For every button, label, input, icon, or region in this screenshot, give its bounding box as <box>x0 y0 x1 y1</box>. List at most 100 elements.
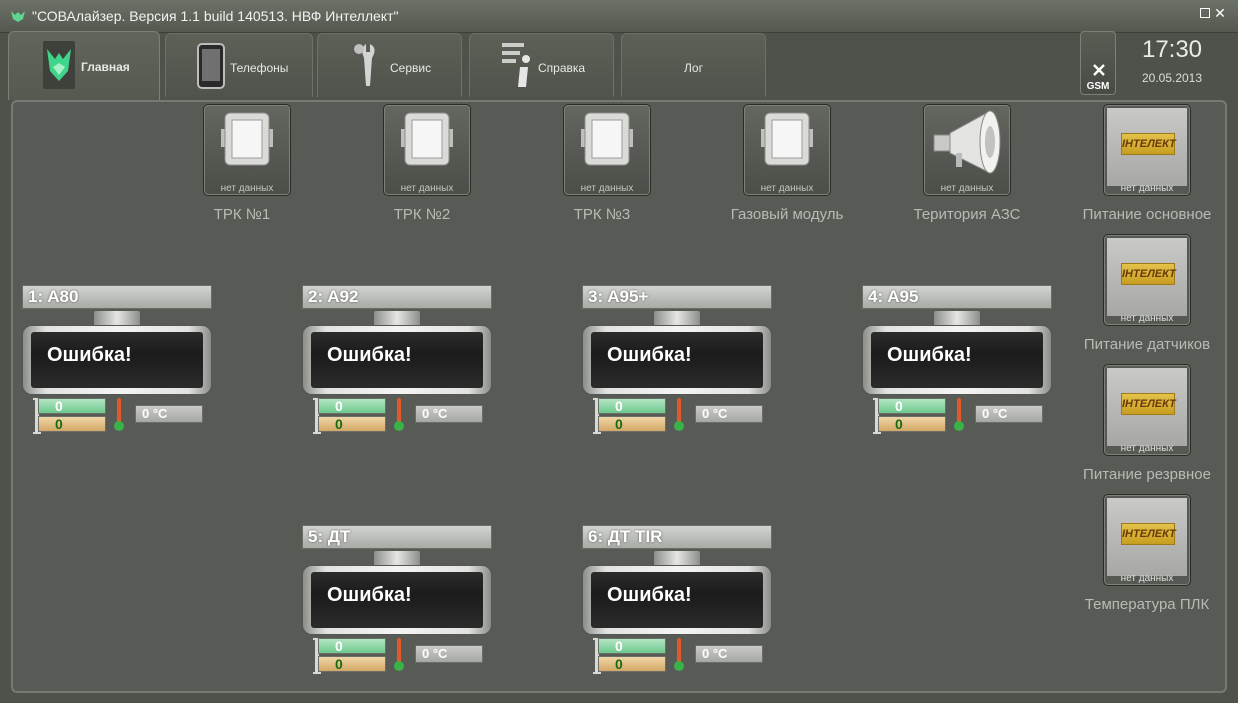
intelekt-logo: ІНТЕЛЕКТ <box>1121 133 1176 155</box>
loudspeaker-icon <box>933 110 1001 174</box>
clock-date: 20.05.2013 <box>1141 71 1203 85</box>
intelekt-logo: ІНТЕЛЕКТ <box>1121 263 1176 285</box>
device-status: нет данных <box>940 183 994 194</box>
tank-1[interactable]: Ошибка! <box>22 325 212 395</box>
tank-6[interactable]: Ошибка! <box>582 565 772 635</box>
device-gas-module[interactable]: нет данных <box>743 104 831 196</box>
intelekt-logo: ІНТЕЛЕКТ <box>1121 523 1176 545</box>
temperature-value: 0 °C <box>975 405 1043 423</box>
tank-label: 5: ДТ <box>302 525 492 549</box>
thermometer-icon <box>674 398 684 431</box>
power-panel: ІНТЕЛЕКТ <box>1107 498 1187 576</box>
device-caption: ТРК №2 <box>393 206 451 223</box>
thermometer-icon <box>394 398 404 431</box>
device-territory[interactable]: нет данных <box>923 104 1011 196</box>
power-status: нет данных <box>1120 183 1174 194</box>
power-status: нет данных <box>1120 313 1174 324</box>
temperature-value: 0 °C <box>695 405 763 423</box>
tab-main[interactable]: Главная <box>8 31 160 100</box>
tank-label: 6: ДТ TIR <box>582 525 772 549</box>
level-value: 0 <box>878 398 946 414</box>
tab-phones[interactable]: Телефоны <box>165 33 313 97</box>
title-bar[interactable]: "СОВАлайзер. Версия 1.1 build 140513. НВ… <box>0 0 1238 33</box>
temperature-value: 0 °C <box>415 405 483 423</box>
tab-help[interactable]: Справка <box>469 33 614 97</box>
gsm-off-icon <box>1093 64 1105 76</box>
level-value: 0 <box>598 398 666 414</box>
close-icon: ✕ <box>1214 5 1226 21</box>
tank-4[interactable]: Ошибка! <box>862 325 1052 395</box>
tank-status: Ошибка! <box>31 332 203 388</box>
plc-temperature[interactable]: ІНТЕЛЕКТ нет данных <box>1103 494 1191 586</box>
power-panel: ІНТЕЛЕКТ <box>1107 368 1187 446</box>
level-value: 0 <box>318 398 386 414</box>
device-status: нет данных <box>400 183 454 194</box>
clock-time: 17:30 <box>1141 36 1203 63</box>
device-trk-1[interactable]: нет данных <box>203 104 291 196</box>
info-icon <box>502 43 530 87</box>
maximize-button[interactable] <box>1198 6 1212 20</box>
level-value: 0 <box>38 398 106 414</box>
close-button[interactable]: ✕ <box>1213 6 1227 20</box>
tab-service[interactable]: Сервис <box>317 33 462 97</box>
tank-2[interactable]: Ошибка! <box>302 325 492 395</box>
water-level-value: 0 <box>598 416 666 432</box>
thermometer-icon <box>114 398 124 431</box>
temperature-value: 0 °C <box>415 645 483 663</box>
device-caption: ТРК №1 <box>213 206 271 223</box>
tank-status: Ошибка! <box>311 332 483 388</box>
water-level-value: 0 <box>878 416 946 432</box>
tank-status: Ошибка! <box>871 332 1043 388</box>
tab-log[interactable]: Лог <box>621 33 766 97</box>
device-status: нет данных <box>580 183 634 194</box>
thermometer-icon <box>394 638 404 671</box>
tank-label: 1: A80 <box>22 285 212 309</box>
gsm-indicator[interactable]: GSM <box>1080 31 1116 95</box>
temperature-value: 0 °C <box>135 405 203 423</box>
tank-label: 4: A95 <box>862 285 1052 309</box>
device-caption: Територия АЗС <box>913 206 1021 223</box>
intelekt-logo: ІНТЕЛЕКТ <box>1121 393 1176 415</box>
dispenser-icon <box>761 112 813 166</box>
tank-status: Ошибка! <box>311 572 483 628</box>
power-panel: ІНТЕЛЕКТ <box>1107 238 1187 316</box>
device-trk-2[interactable]: нет данных <box>383 104 471 196</box>
owl-icon <box>11 11 25 22</box>
power-caption: Питание датчиков <box>1083 336 1211 353</box>
tank-label: 2: A92 <box>302 285 492 309</box>
power-caption: Температура ПЛК <box>1084 596 1210 613</box>
water-level-value: 0 <box>318 416 386 432</box>
gsm-label: GSM <box>1086 81 1110 92</box>
water-level-value: 0 <box>38 416 106 432</box>
tab-label: Сервис <box>390 61 432 75</box>
tank-label: 3: A95+ <box>582 285 772 309</box>
water-level-value: 0 <box>598 656 666 672</box>
tank-status: Ошибка! <box>591 332 763 388</box>
water-level-value: 0 <box>318 656 386 672</box>
tab-label: Телефоны <box>230 61 289 75</box>
power-caption: Питание основное <box>1082 206 1212 223</box>
dispenser-icon <box>581 112 633 166</box>
dispenser-icon <box>401 112 453 166</box>
device-status: нет данных <box>760 183 814 194</box>
tab-label: Главная <box>81 60 130 74</box>
power-panel: ІНТЕЛЕКТ <box>1107 108 1187 186</box>
tab-label: Справка <box>538 61 586 75</box>
power-sensors[interactable]: ІНТЕЛЕКТ нет данных <box>1103 234 1191 326</box>
thermometer-icon <box>674 638 684 671</box>
device-caption: Газовый модуль <box>730 206 844 223</box>
tank-3[interactable]: Ошибка! <box>582 325 772 395</box>
tools-icon <box>354 44 375 86</box>
device-trk-3[interactable]: нет данных <box>563 104 651 196</box>
window-title: "СОВАлайзер. Версия 1.1 build 140513. НВ… <box>32 8 399 24</box>
power-status: нет данных <box>1120 443 1174 454</box>
power-main[interactable]: ІНТЕЛЕКТ нет данных <box>1103 104 1191 196</box>
level-value: 0 <box>318 638 386 654</box>
tank-5[interactable]: Ошибка! <box>302 565 492 635</box>
device-status: нет данных <box>220 183 274 194</box>
level-value: 0 <box>598 638 666 654</box>
power-reserve[interactable]: ІНТЕЛЕКТ нет данных <box>1103 364 1191 456</box>
owl-icon <box>43 41 75 89</box>
temperature-value: 0 °C <box>695 645 763 663</box>
maximize-icon <box>1200 8 1210 18</box>
